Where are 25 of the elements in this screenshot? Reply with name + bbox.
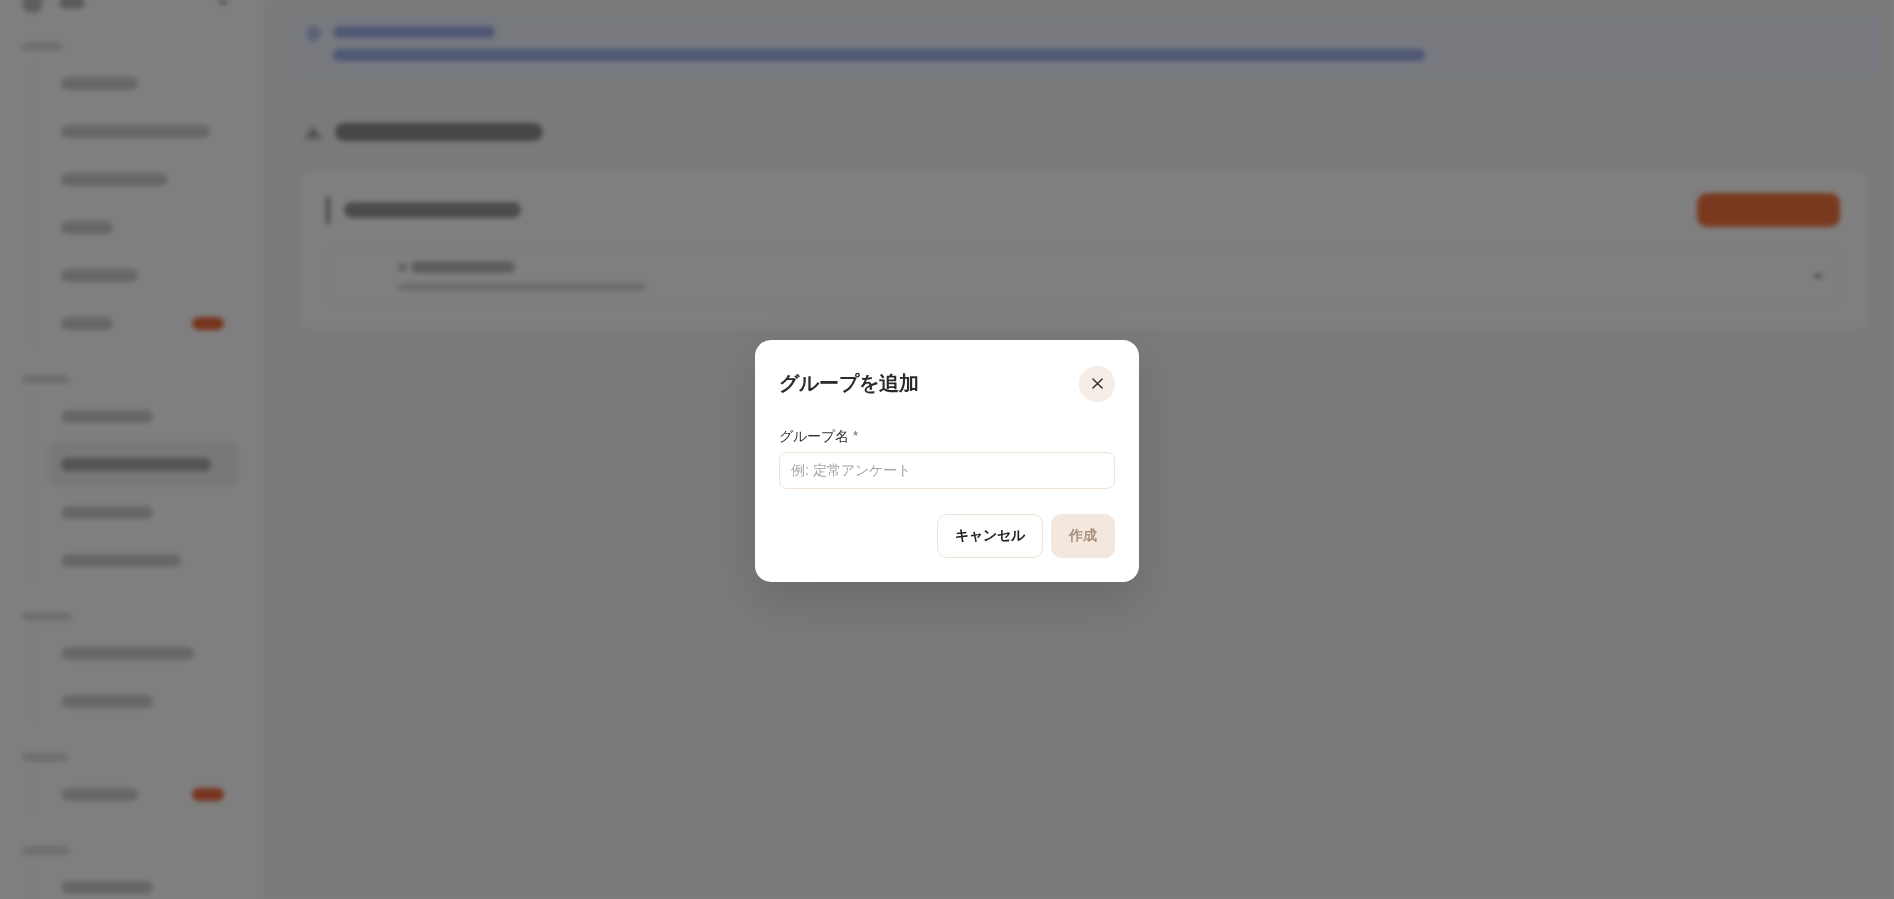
- sidebar-item[interactable]: [61, 646, 194, 660]
- sidebar-item[interactable]: [61, 316, 224, 330]
- sidebar-item[interactable]: [61, 505, 153, 519]
- sidebar-item[interactable]: [61, 268, 138, 282]
- sidebar-item[interactable]: [61, 880, 153, 894]
- triangle-icon: [304, 125, 322, 139]
- sidebar-item[interactable]: [61, 124, 210, 138]
- sidebar-item[interactable]: [61, 172, 168, 186]
- sidebar-item[interactable]: [61, 553, 181, 567]
- dialog-title: グループを追加: [779, 371, 919, 396]
- close-icon: [1091, 378, 1103, 389]
- sidebar-item[interactable]: [61, 220, 113, 234]
- sidebar-item[interactable]: [61, 694, 153, 708]
- info-icon: [306, 26, 321, 41]
- group-name-input[interactable]: 例: 定常アンケート: [779, 451, 1115, 489]
- sidebar-item[interactable]: [61, 787, 224, 801]
- sidebar-item[interactable]: [61, 76, 138, 90]
- required-mark: *: [853, 426, 859, 445]
- sidebar-item[interactable]: [61, 409, 153, 423]
- dot-icon: [398, 262, 407, 272]
- blurred-button[interactable]: [1697, 193, 1840, 227]
- group-row[interactable]: [326, 249, 1840, 303]
- cancel-button[interactable]: キャンセル: [937, 513, 1043, 558]
- close-button[interactable]: [1079, 365, 1115, 402]
- field-label: グループ名: [779, 426, 849, 446]
